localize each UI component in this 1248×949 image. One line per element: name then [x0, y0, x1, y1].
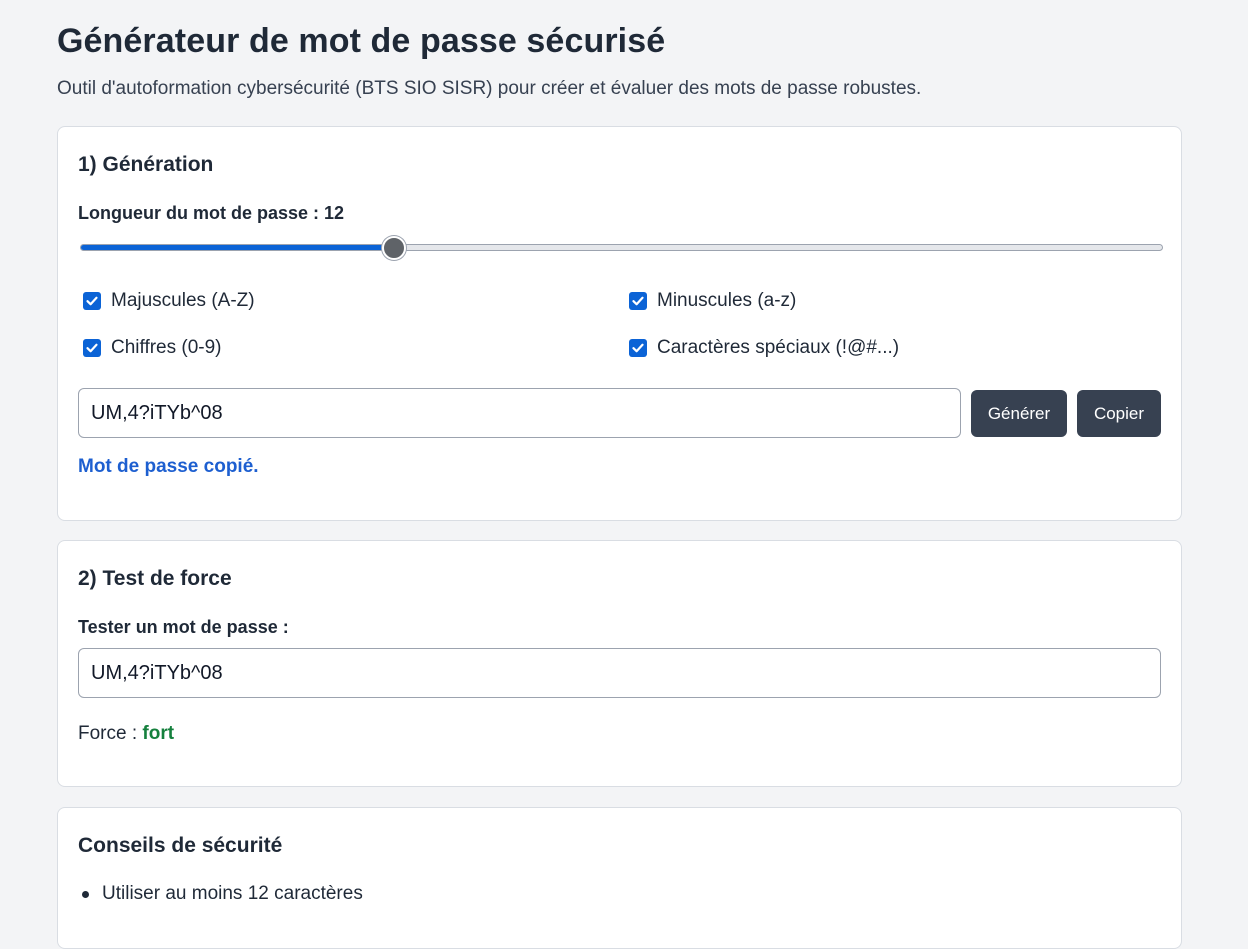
length-slider-fill: [81, 245, 395, 250]
list-item: Utiliser au moins 12 caractères: [78, 880, 363, 908]
generation-heading: 1) Génération: [78, 153, 214, 176]
strength-result: Force : fort: [78, 723, 174, 745]
page-title: Générateur de mot de passe sécurisé: [57, 22, 666, 60]
copy-notice: Mot de passe copié.: [78, 456, 259, 477]
force-value: fort: [142, 723, 175, 744]
tips-card: Conseils de sécurité Utiliser au moins 1…: [57, 807, 1182, 949]
page-subtitle: Outil d'autoformation cybersécurité (BTS…: [57, 78, 922, 99]
generated-password-field[interactable]: UM,4?iTYb^08: [78, 388, 961, 438]
special-checkbox[interactable]: [629, 339, 647, 357]
length-label: Longueur du mot de passe : 12: [78, 203, 345, 223]
check-icon: [86, 296, 98, 306]
check-icon: [632, 296, 644, 306]
strength-card: 2) Test de force Tester un mot de passe …: [57, 540, 1182, 787]
tips-list: Utiliser au moins 12 caractères: [78, 880, 363, 908]
length-slider-thumb[interactable]: [382, 236, 407, 260]
length-slider-track[interactable]: [80, 244, 1163, 251]
generation-card: 1) Génération Longueur du mot de passe :…: [57, 126, 1182, 521]
lowercase-label: Minuscules (a-z): [657, 290, 797, 311]
uppercase-label: Majuscules (A-Z): [111, 290, 255, 311]
strength-heading: 2) Test de force: [78, 567, 232, 590]
option-special[interactable]: Caractères spéciaux (!@#...): [629, 337, 899, 359]
option-digits[interactable]: Chiffres (0-9): [83, 337, 222, 359]
copy-button[interactable]: Copier: [1077, 390, 1161, 437]
lowercase-checkbox[interactable]: [629, 292, 647, 310]
tips-heading: Conseils de sécurité: [78, 834, 283, 857]
uppercase-checkbox[interactable]: [83, 292, 101, 310]
force-label: Force :: [78, 723, 143, 744]
check-icon: [632, 343, 644, 353]
check-icon: [86, 343, 98, 353]
generate-button[interactable]: Générer: [971, 390, 1067, 437]
special-label: Caractères spéciaux (!@#...): [657, 337, 900, 358]
option-uppercase[interactable]: Majuscules (A-Z): [83, 290, 255, 312]
option-lowercase[interactable]: Minuscules (a-z): [629, 290, 796, 312]
tip-text: Utiliser au moins 12 caractères: [102, 883, 363, 904]
test-label: Tester un mot de passe :: [78, 617, 289, 637]
digits-checkbox[interactable]: [83, 339, 101, 357]
test-password-field[interactable]: UM,4?iTYb^08: [78, 648, 1161, 698]
bullet-icon: [82, 890, 89, 898]
digits-label: Chiffres (0-9): [111, 337, 222, 358]
